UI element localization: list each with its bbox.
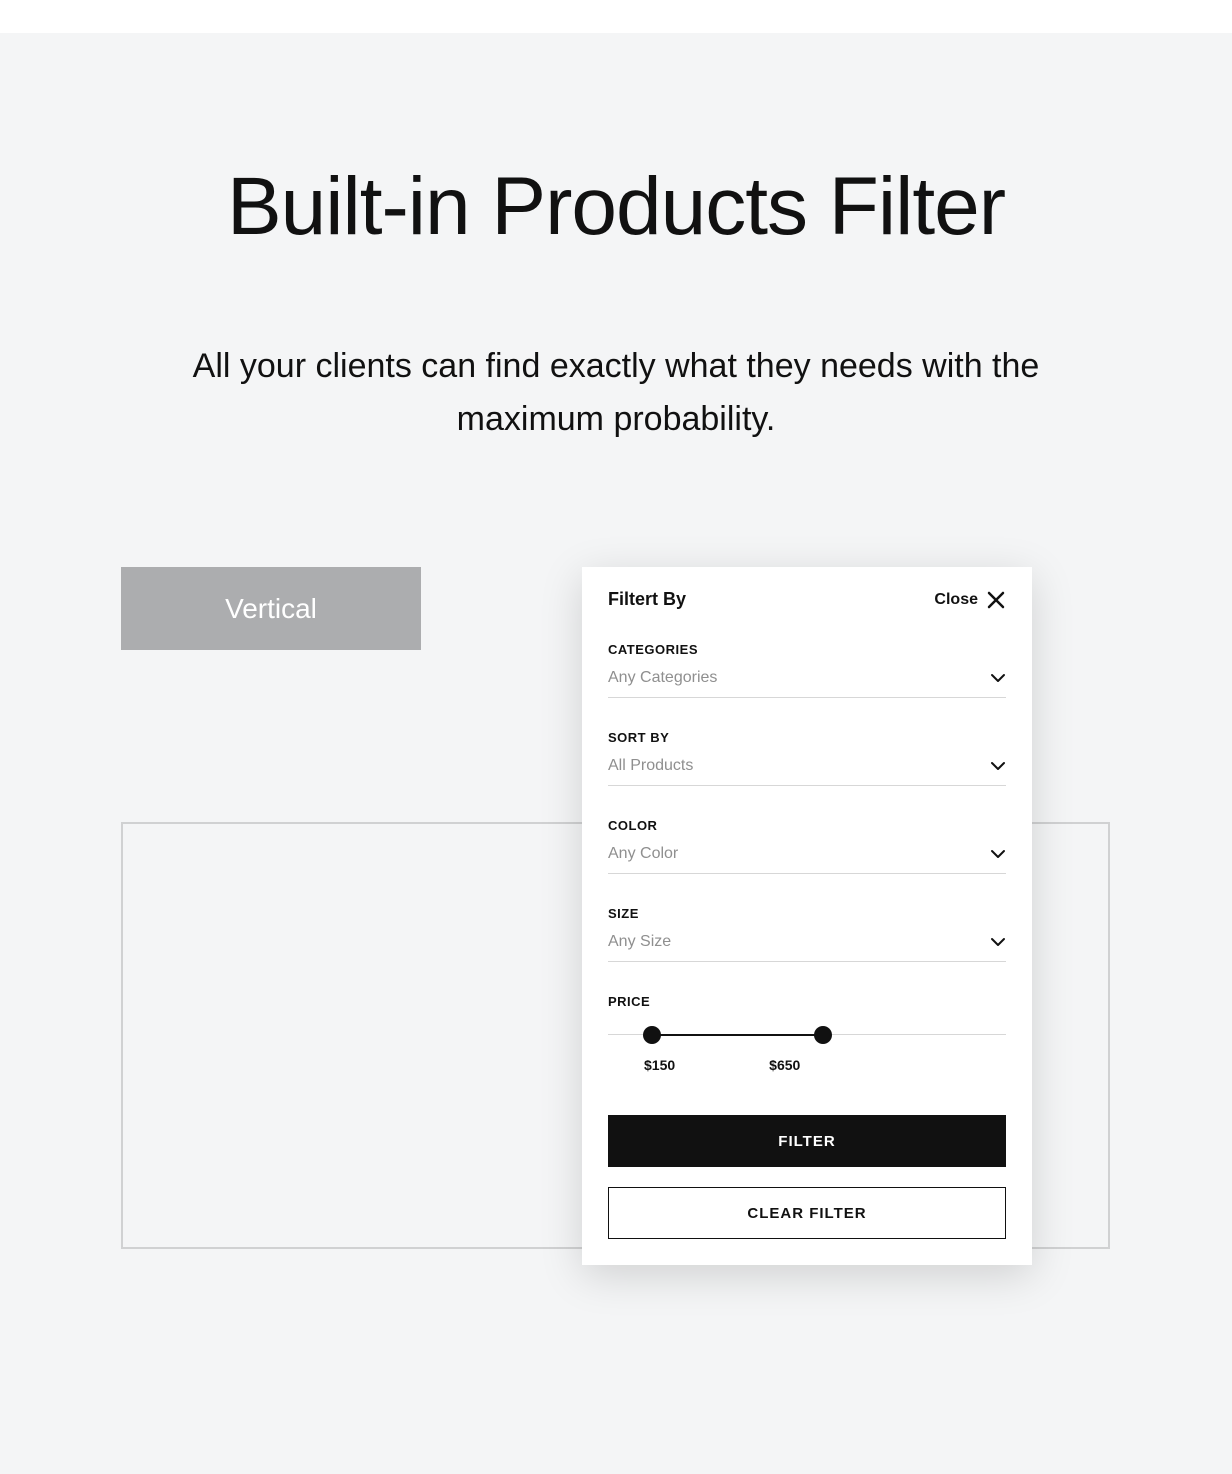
filter-panel-header: Filtert By Close: [582, 567, 1032, 610]
section-size-label: SIZE: [608, 906, 1006, 921]
slider-handle-min[interactable]: [643, 1026, 661, 1044]
close-button[interactable]: Close: [934, 590, 1006, 610]
price-labels: $150 $650: [608, 1057, 1006, 1073]
slider-track-fill: [652, 1034, 823, 1036]
section-color-label: COLOR: [608, 818, 1006, 833]
clear-filter-button[interactable]: CLEAR FILTER: [608, 1187, 1006, 1239]
section-sort-label: SORT BY: [608, 730, 1006, 745]
section-size: SIZE Any Size: [582, 906, 1032, 962]
section-categories: CATEGORIES Any Categories: [582, 642, 1032, 698]
select-categories-value: Any Categories: [608, 669, 717, 687]
close-label: Close: [934, 591, 978, 609]
chevron-down-icon: [990, 849, 1006, 859]
filter-panel-title: Filtert By: [608, 589, 686, 610]
price-max-label: $650: [769, 1057, 800, 1073]
section-sort: SORT BY All Products: [582, 730, 1032, 786]
chevron-down-icon: [990, 761, 1006, 771]
chevron-down-icon: [990, 673, 1006, 683]
select-categories[interactable]: Any Categories: [608, 669, 1006, 698]
section-color: COLOR Any Color: [582, 818, 1032, 874]
close-icon: [986, 590, 1006, 610]
select-sort-value: All Products: [608, 757, 693, 775]
price-min-label: $150: [644, 1057, 675, 1073]
slider-handle-max[interactable]: [814, 1026, 832, 1044]
tab-vertical-label: Vertical: [225, 593, 317, 625]
select-size[interactable]: Any Size: [608, 933, 1006, 962]
page-subtitle: All your clients can find exactly what t…: [150, 340, 1082, 445]
filter-button[interactable]: FILTER: [608, 1115, 1006, 1167]
select-color-value: Any Color: [608, 845, 678, 863]
section-categories-label: CATEGORIES: [608, 642, 1006, 657]
chevron-down-icon: [990, 937, 1006, 947]
section-price-label: PRICE: [608, 994, 1006, 1009]
filter-panel: Filtert By Close CATEGORIES Any Categori…: [582, 567, 1032, 1265]
price-slider[interactable]: [608, 1025, 1006, 1045]
tab-vertical[interactable]: Vertical: [121, 567, 421, 650]
select-sort[interactable]: All Products: [608, 757, 1006, 786]
select-color[interactable]: Any Color: [608, 845, 1006, 874]
page-title: Built-in Products Filter: [0, 160, 1232, 254]
section-price: PRICE $150 $650: [582, 994, 1032, 1073]
select-size-value: Any Size: [608, 933, 671, 951]
